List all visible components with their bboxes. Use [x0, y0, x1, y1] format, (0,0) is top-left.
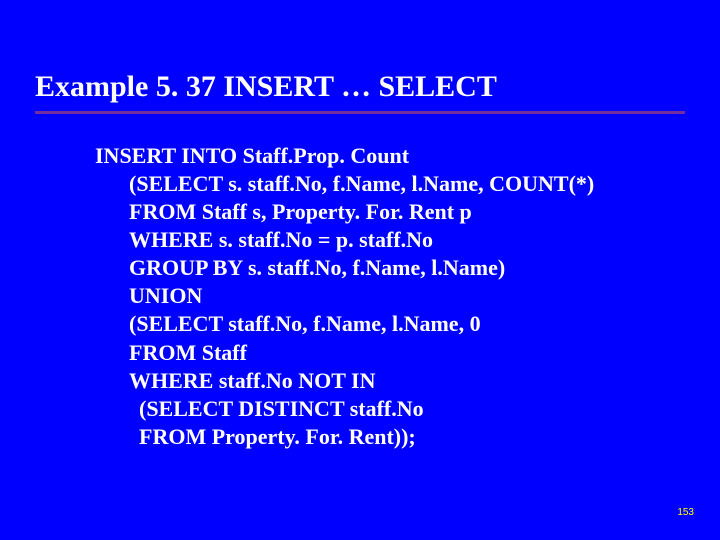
- code-line: FROM Staff s, Property. For. Rent p: [95, 198, 685, 226]
- code-block: INSERT INTO Staff.Prop. Count (SELECT s.…: [95, 142, 685, 452]
- title-container: Example 5. 37 INSERT … SELECT: [35, 70, 685, 114]
- page-number: 153: [677, 507, 694, 518]
- code-line: WHERE staff.No NOT IN: [95, 367, 685, 395]
- code-line: INSERT INTO Staff.Prop. Count: [95, 142, 685, 170]
- slide-title: Example 5. 37 INSERT … SELECT: [35, 70, 685, 105]
- code-line: WHERE s. staff.No = p. staff.No: [95, 226, 685, 254]
- slide: Example 5. 37 INSERT … SELECT INSERT INT…: [0, 0, 720, 540]
- code-line: FROM Staff: [95, 339, 685, 367]
- code-line: FROM Property. For. Rent));: [95, 423, 685, 451]
- code-line: (SELECT DISTINCT staff.No: [95, 395, 685, 423]
- code-line: (SELECT staff.No, f.Name, l.Name, 0: [95, 310, 685, 338]
- code-line: GROUP BY s. staff.No, f.Name, l.Name): [95, 254, 685, 282]
- code-line: UNION: [95, 282, 685, 310]
- code-line: (SELECT s. staff.No, f.Name, l.Name, COU…: [95, 170, 685, 198]
